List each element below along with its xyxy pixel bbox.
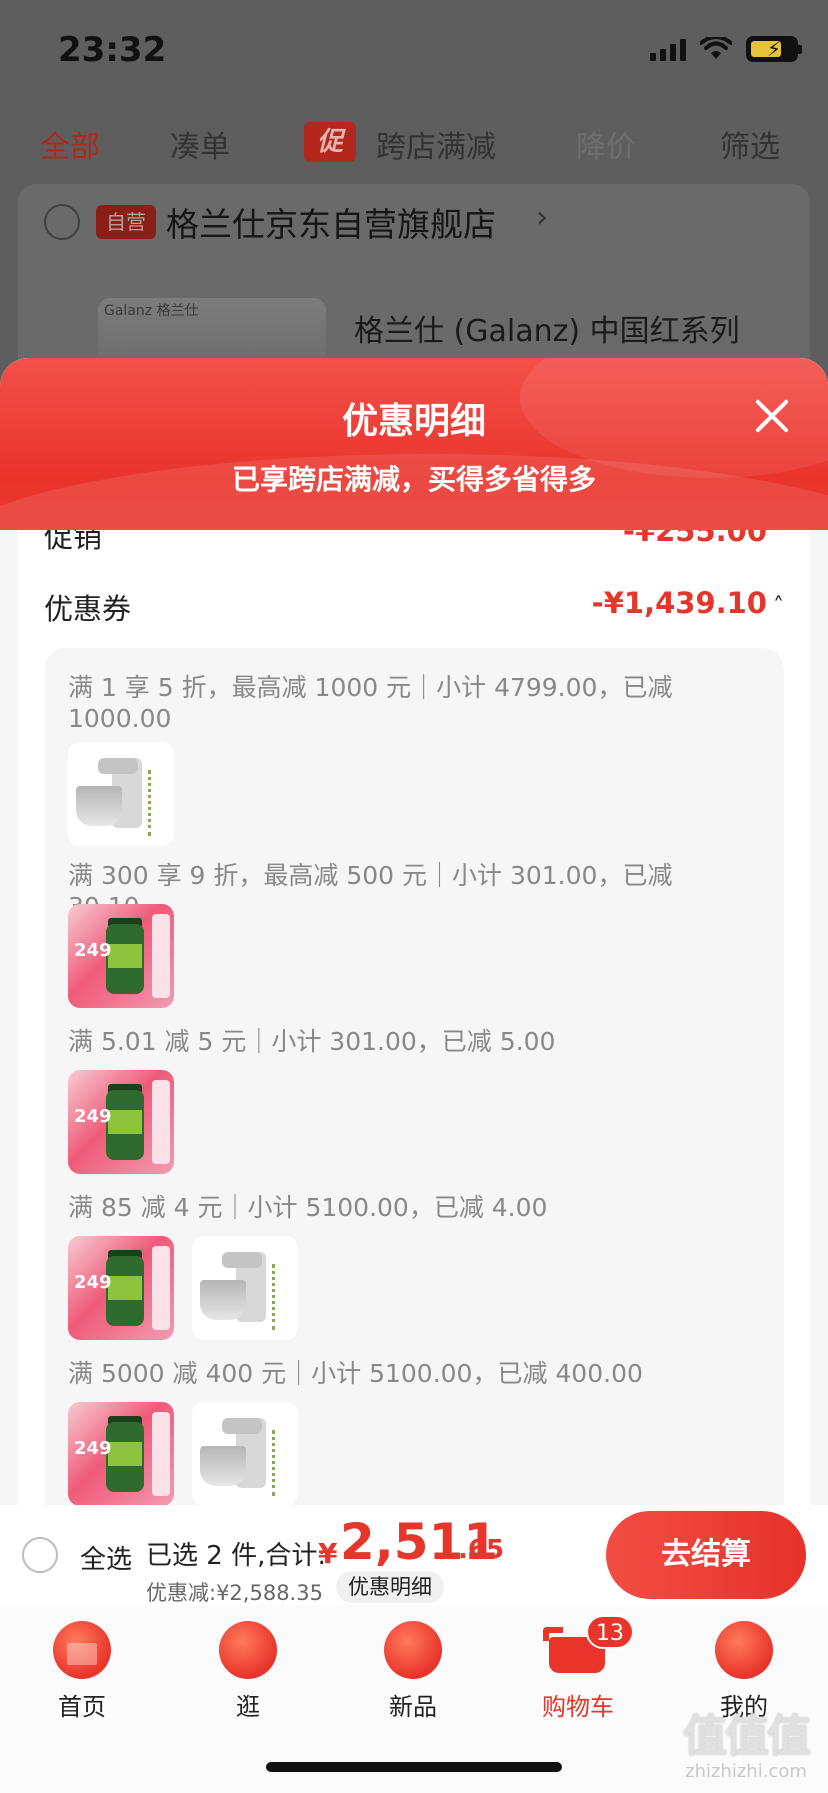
status-time: 23:32 [58,30,167,70]
coupon-rule-text: 满 5000 减 400 元｜小计 5100.00，已减 400.00 [68,1359,643,1388]
tab-profile[interactable]: 我的 [689,1621,799,1722]
mixer-product-thumbnail[interactable] [192,1402,298,1505]
filter-all-tab[interactable]: 全部 [40,122,100,166]
profile-icon [715,1621,773,1679]
cart-filter-bar: 全部 凑单 促 跨店满减 降价 筛选 [0,110,828,174]
selected-count-text: 已选 2 件,合计: [146,1541,327,1571]
coupon-rule-text: 满 1 享 5 折，最高减 1000 元｜小计 4799.00，已减 1000.… [68,673,673,733]
total-price-decimal: .65 [458,1535,505,1565]
status-icons: ⚡ [650,36,802,62]
chevron-up-icon: ˄ [773,594,784,619]
coupon-rule-text: 满 85 减 4 元｜小计 5100.00，已减 4.00 [68,1193,548,1222]
coupon-detail-list: 满 1 享 5 折，最高减 1000 元｜小计 4799.00，已减 1000.… [44,648,784,1505]
sheet-subtitle: 已享跨店满减，买得多省得多 [231,463,596,496]
supplement-product-thumbnail[interactable]: 249 [68,1402,174,1505]
cart-count-badge: 13 [586,1615,634,1649]
store-select-checkbox[interactable] [44,204,80,240]
checkout-button[interactable]: 去结算 [606,1511,806,1599]
tab-label: 新品 [389,1693,437,1721]
tab-new-products[interactable]: 新品 [358,1621,468,1722]
tab-label: 首页 [58,1693,106,1721]
filter-cross-store-tab[interactable]: 跨店满减 [376,122,496,166]
select-all-label[interactable]: 全选 [80,1539,132,1576]
home-indicator[interactable] [266,1762,562,1772]
coupon-value: -¥1,439.10 ˄ [591,586,784,620]
promo-label: 促销 [44,530,103,554]
browse-icon [219,1621,277,1679]
promo-value: -¥255.00 ˅ [623,530,784,548]
thumbnail-price-label: 249 [74,1272,112,1293]
total-currency: ¥ [318,1537,338,1570]
supplement-product-thumbnail[interactable]: 249 [68,1070,174,1174]
cellular-signal-icon [650,37,686,61]
home-icon [53,1621,111,1679]
tab-browse[interactable]: 逛 [193,1621,303,1722]
filter-cou-tab[interactable]: 凑单 [170,122,230,166]
filter-price-drop-tab[interactable]: 降价 [576,122,636,166]
thumbnail-price-label: 249 [74,1106,112,1127]
new-product-icon [384,1621,442,1679]
supplement-product-thumbnail[interactable]: 249 [68,904,174,1008]
promo-row[interactable]: 促销 -¥255.00 ˅ [44,530,784,554]
mixer-product-thumbnail[interactable] [192,1236,298,1340]
product-brand-logo: Galanz 格兰仕 [104,303,199,319]
promo-tag-icon: 促 [304,122,356,162]
coupon-rule-text: 满 5.01 减 5 元｜小计 301.00，已减 5.00 [68,1027,556,1056]
coupon-row[interactable]: 优惠券 -¥1,439.10 ˄ [44,586,784,626]
wifi-icon [700,37,732,61]
site-watermark: 值值值 zhizhizhi.com [676,1712,816,1782]
watermark-logo: 值值值 [683,1711,811,1762]
filter-screen-button[interactable]: 筛选 [720,122,780,166]
battery-icon: ⚡ [746,36,802,62]
sheet-header: 优惠明细 已享跨店满减，买得多省得多 [0,358,828,530]
checkout-bar: 全选 已选 2 件,合计: ¥ 2,511 .65 优惠减:¥2,588.35 … [0,1505,828,1605]
watermark-url: zhizhizhi.com [685,1761,807,1782]
mixer-product-thumbnail[interactable] [68,742,174,846]
chevron-right-icon: › [536,200,548,235]
coupon-label: 优惠券 [44,592,132,626]
self-operated-badge: 自营 [96,205,156,239]
select-all-checkbox[interactable] [22,1537,58,1573]
discount-detail-button[interactable]: 优惠明细 [336,1571,444,1603]
chevron-down-icon: ˅ [773,530,784,547]
tab-label: 逛 [236,1693,260,1721]
status-bar: 23:32 ⚡ [0,0,828,100]
close-icon[interactable] [752,396,792,436]
sheet-body: 促销 -¥255.00 ˅ 优惠券 -¥1,439.10 ˄ 满 1 享 5 折，最… [18,530,810,1505]
store-name-link[interactable]: 格兰仕京东自营旗舰店 [166,198,496,246]
sheet-title: 优惠明细 [341,401,486,442]
thumbnail-price-label: 249 [74,940,112,961]
discount-total-text: 优惠减:¥2,588.35 [146,1581,323,1605]
supplement-product-thumbnail[interactable]: 249 [68,1236,174,1340]
tab-home[interactable]: 首页 [27,1621,137,1722]
discount-detail-sheet: 优惠明细 已享跨店满减，买得多省得多 促销 -¥255.00 ˅ 优惠券 -¥1,… [0,358,828,1505]
tab-label: 购物车 [542,1693,614,1721]
thumbnail-price-label: 249 [74,1438,112,1459]
product-title[interactable]: 格兰仕 (Galanz) 中国红系列 [354,306,740,350]
